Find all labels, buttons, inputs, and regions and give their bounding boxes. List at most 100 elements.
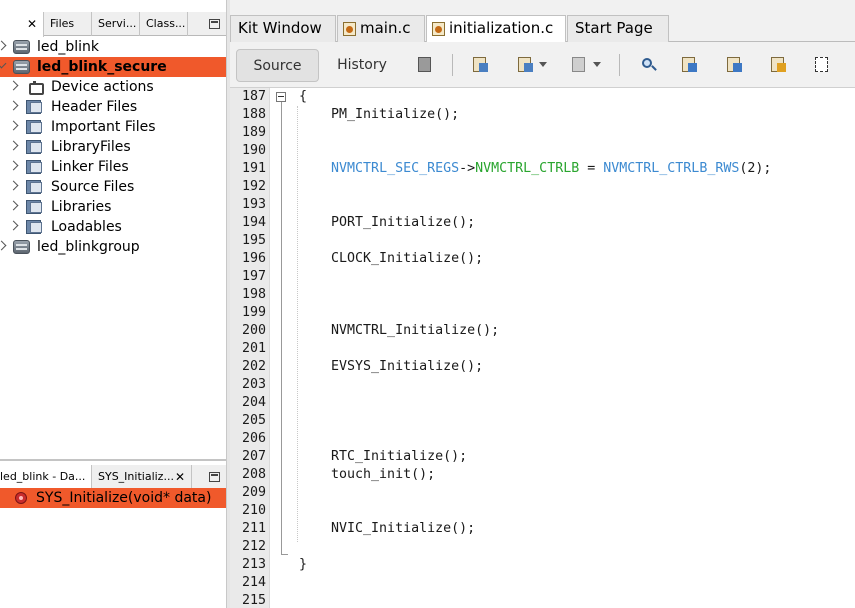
identifier-token: NVMCTRL_SEC_REGS (331, 161, 460, 176)
chevron-right-icon[interactable] (8, 100, 19, 111)
forward-icon[interactable] (518, 57, 535, 73)
chevron-right-icon[interactable] (0, 240, 7, 251)
chevron-right-icon[interactable] (8, 180, 19, 191)
tree-item-libraries[interactable]: Libraries (0, 197, 226, 217)
tab-start-page[interactable]: Start Page (567, 15, 669, 42)
line-number: 215 (241, 593, 266, 608)
chevron-right-icon[interactable] (8, 140, 19, 151)
tab-label: Kit Window (238, 19, 322, 37)
minimize-icon[interactable] (209, 472, 220, 482)
chevron-down-icon[interactable] (0, 58, 7, 69)
code-line[interactable]: NVMCTRL_Initialize(); (299, 322, 499, 340)
tree-item-device-actions[interactable]: Device actions (0, 77, 226, 97)
tab-navigator[interactable]: SYS_Initializ... ✕ (92, 465, 192, 489)
tree-item-label: LibraryFiles (51, 139, 131, 155)
find-next-icon[interactable] (727, 57, 744, 73)
line-number: 210 (241, 503, 266, 518)
tree-item-label: led_blink (37, 39, 100, 55)
tab-services[interactable]: Servi... (92, 12, 140, 36)
code-token: = (579, 161, 604, 176)
chevron-right-icon[interactable] (8, 160, 19, 171)
tree-item-library-files[interactable]: LibraryFiles (0, 137, 226, 157)
search-icon[interactable] (640, 57, 657, 73)
code-line[interactable]: } (299, 556, 307, 574)
line-number: 192 (241, 179, 266, 194)
tree-item-header-files[interactable]: Header Files (0, 97, 226, 117)
line-number: 199 (241, 305, 266, 320)
line-number: 201 (241, 341, 266, 356)
find-previous-icon[interactable] (682, 57, 699, 73)
tab-files[interactable]: Files (44, 12, 92, 36)
back-icon[interactable] (473, 57, 490, 73)
tab-kit-window[interactable]: Kit Window (230, 15, 336, 42)
line-number: 213 (241, 557, 266, 572)
tab-navigator-label: SYS_Initializ... (98, 470, 174, 483)
folder-icon (26, 120, 43, 134)
chevron-right-icon[interactable] (8, 120, 19, 131)
code-line[interactable]: touch_init(); (299, 466, 435, 484)
navigator-item-sys-initialize[interactable]: SYS_Initialize(void* data) (0, 488, 226, 508)
chevron-right-icon[interactable] (0, 40, 7, 51)
tree-item-label: led_blinkgroup (37, 239, 140, 255)
chevron-down-icon[interactable] (593, 62, 601, 67)
line-number: 211 (241, 521, 266, 536)
tab-services-label: Servi... (98, 17, 137, 30)
toolbar-separator (452, 54, 453, 76)
code-line[interactable]: PORT_Initialize(); (299, 214, 475, 232)
panel-splitter[interactable] (0, 459, 226, 461)
tab-dashboard-label: led_blink - Da... (0, 470, 86, 483)
code-line[interactable]: { (299, 88, 307, 106)
tab-classes[interactable]: Class... (140, 12, 188, 36)
line-number: 194 (241, 215, 266, 230)
code-line[interactable]: PM_Initialize(); (299, 106, 459, 124)
tab-dashboard[interactable]: led_blink - Da... (0, 465, 92, 490)
tree-item-linker-files[interactable]: Linker Files (0, 157, 226, 177)
c-file-icon (343, 22, 356, 36)
rectangular-selection-icon[interactable] (815, 57, 832, 73)
tree-item-label: Source Files (51, 179, 135, 195)
toggle-highlight-icon[interactable] (771, 57, 788, 73)
tree-item-source-files[interactable]: Source Files (0, 177, 226, 197)
tree-item-led-blink[interactable]: led_blink (0, 37, 226, 57)
code-line[interactable]: NVIC_Initialize(); (299, 520, 475, 538)
last-edit-icon[interactable] (418, 57, 435, 73)
editor-tab-bar: Kit Window main.c initialization.c Start… (230, 0, 855, 43)
project-icon (13, 40, 30, 54)
tree-item-led-blink-secure[interactable]: led_blink_secure (0, 57, 226, 77)
close-icon[interactable]: ✕ (27, 12, 37, 36)
code-line[interactable]: CLOCK_Initialize(); (299, 250, 483, 268)
tab-main-c[interactable]: main.c (337, 15, 425, 42)
tab-initialization-c[interactable]: initialization.c (426, 15, 566, 43)
c-file-icon (432, 22, 445, 36)
folder-icon (26, 220, 43, 234)
line-number: 212 (241, 539, 266, 554)
folder-icon (26, 160, 43, 174)
folder-icon (26, 180, 43, 194)
tree-item-loadables[interactable]: Loadables (0, 217, 226, 237)
history-button[interactable]: History (324, 49, 400, 82)
line-number: 196 (241, 251, 266, 266)
tab-projects[interactable]: ✕ (0, 12, 44, 37)
navigator-item-label: SYS_Initialize(void* data) (36, 490, 212, 506)
code-line[interactable]: EVSYS_Initialize(); (299, 358, 483, 376)
tab-label: Start Page (575, 19, 653, 37)
chevron-down-icon[interactable] (539, 62, 547, 67)
chevron-right-icon[interactable] (8, 200, 19, 211)
source-button[interactable]: Source (236, 49, 319, 82)
code-line[interactable]: RTC_Initialize(); (299, 448, 467, 466)
tree-item-important-files[interactable]: Important Files (0, 117, 226, 137)
editor-panel: Kit Window main.c initialization.c Start… (230, 0, 855, 608)
fold-collapse-icon[interactable] (276, 92, 286, 102)
line-number: 207 (241, 449, 266, 464)
chevron-right-icon[interactable] (8, 80, 19, 91)
minimize-icon[interactable] (209, 19, 220, 29)
go-to-icon[interactable] (572, 57, 589, 73)
tree-item-led-blinkgroup[interactable]: led_blinkgroup (0, 237, 226, 257)
indent-guide (297, 106, 298, 542)
chevron-right-icon[interactable] (8, 220, 19, 231)
line-number: 195 (241, 233, 266, 248)
code-line[interactable]: NVMCTRL_SEC_REGS->NVMCTRL_CTRLB = NVMCTR… (299, 160, 771, 178)
close-icon[interactable]: ✕ (175, 465, 185, 489)
tree-item-label: Device actions (51, 79, 154, 95)
folder-icon (26, 200, 43, 214)
